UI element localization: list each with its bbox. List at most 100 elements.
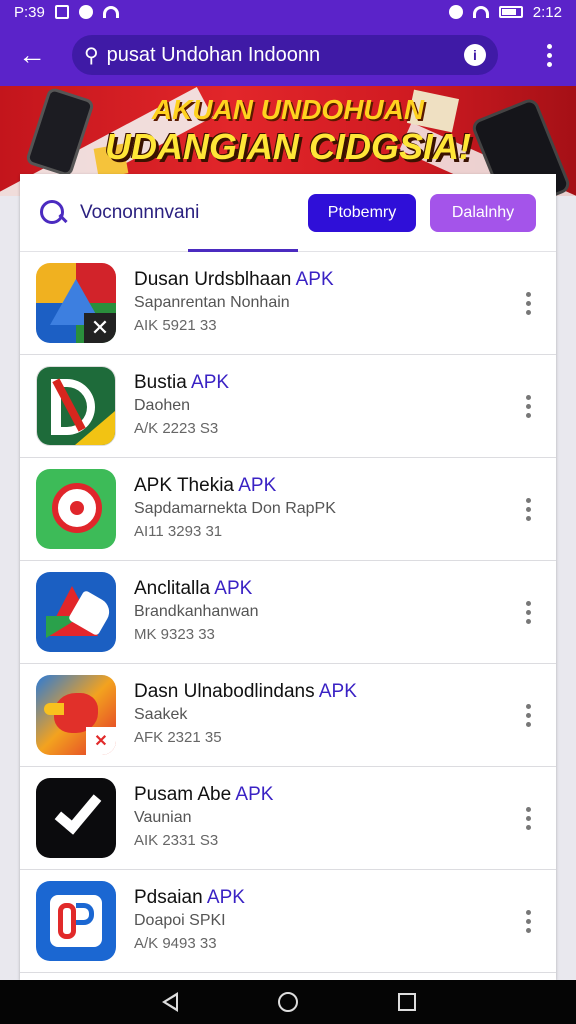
system-nav-bar [0,980,576,1024]
list-item[interactable]: ✕ Dasn Ulnabodlindans APK Saakek AFK 232… [20,664,556,767]
app-name: Bustia [134,372,187,393]
close-icon: ✕ [84,313,116,343]
search-icon: ⚲ [84,44,99,67]
battery-icon [498,6,523,18]
more-vert-icon[interactable] [516,901,540,941]
app-meta: A/K 9493 33 [134,935,217,952]
filter-chip-secondary[interactable]: Dalalnhy [430,193,536,232]
app-name: Dasn Ulnabodlindans [134,681,315,702]
app-subtitle: Daohen [134,397,191,414]
more-vert-icon[interactable] [516,489,540,529]
nav-recents-icon[interactable] [398,993,416,1011]
overflow-dot [546,43,552,49]
status-left: P:39 [14,4,119,21]
back-button[interactable]: ← [12,35,52,75]
app-subtitle: Sapanrentan Nonhain [134,294,290,311]
app-name: Anclitalla [134,578,211,599]
status-bar: P:39 2:12 [0,0,576,24]
more-vert-icon[interactable] [516,695,540,735]
app-icon: ✕ [36,675,116,755]
app-subtitle: Doapoi SPKI [134,912,226,929]
app-icon [36,778,116,858]
search-query: pusat Undohan Indoonn [106,43,321,66]
card-search-label[interactable]: Vocnonnnvani [80,202,308,224]
overflow-menu-button[interactable] [534,35,564,75]
app-icon [36,881,116,961]
sync-icon [78,5,93,19]
more-vert-icon[interactable] [516,592,540,632]
app-meta: AI11 3293 31 [134,523,223,540]
list-item[interactable]: Bustia APK Daohen A/K 2223 S3 [20,355,556,458]
apk-tag: APK [206,887,245,908]
notification-icon [54,5,69,19]
app-subtitle: Vaunian [134,809,192,826]
app-info: APK Thekia APK Sapdamarnekta Don RapPK A… [134,474,516,544]
app-name: Dusan Urdsblhaan [134,269,292,290]
app-info: Anclitalla APK Brandkanhanwan MK 9323 33 [134,577,516,647]
status-time-left: P:39 [14,3,45,21]
status-right: 2:12 [448,3,562,21]
app-info: Dusan Urdsblhaan APK Sapanrentan Nonhain… [134,268,516,338]
app-icon: ✕ [36,263,116,343]
close-icon: ✕ [86,727,116,755]
apk-tag: APK [214,578,253,599]
list-item[interactable]: Pusam Abe APK Vaunian AIK 2331 S3 [20,767,556,870]
apk-tag: APK [191,372,230,393]
app-info: Pdsaian APK Doapoi SPKI A/K 9493 33 [134,886,516,956]
app-subtitle: Sapdamarnekta Don RapPK [134,500,336,517]
back-arrow-icon: ← [18,39,46,70]
status-time-right: 2:12 [532,3,562,21]
app-title: Bustia APK [134,371,516,395]
nav-home-icon[interactable] [278,992,298,1012]
app-info: Dasn Ulnabodlindans APK Saakek AFK 2321 … [134,680,516,750]
app-title: Pusam Abe APK [134,783,516,807]
banner-headline: AKUAN UNDOHUAN [151,94,425,125]
apk-tag: APK [238,475,277,496]
card-header: Vocnonnnvani Ptobemry Dalalnhy [20,174,556,252]
app-meta: AIK 5921 33 [134,317,217,334]
app-name: Pdsaian [134,887,203,908]
app-title: Anclitalla APK [134,577,516,601]
app-bar: ← ⚲ pusat Undohan Indoonn i [0,24,576,86]
filter-chip-primary[interactable]: Ptobemry [308,193,416,232]
app-title: APK Thekia APK [134,474,516,498]
results-card: Vocnonnnvani Ptobemry Dalalnhy ✕ Dusan U… [20,174,556,980]
apk-tag: APK [295,269,334,290]
list-item[interactable]: Anclitalla APK Brandkanhanwan MK 9323 33 [20,561,556,664]
checkmark-icon [54,785,102,835]
app-meta: AIK 2331 S3 [134,832,219,849]
overflow-dot [546,61,552,67]
app-meta: MK 9323 33 [134,626,215,643]
overflow-dot [546,52,552,58]
app-icon [36,572,116,652]
app-meta: AFK 2321 35 [134,729,222,746]
nav-back-icon[interactable] [160,992,178,1012]
signal-icon [472,6,489,18]
app-info: Bustia APK Daohen A/K 2223 S3 [134,371,516,441]
app-meta: A/K 2223 S3 [134,420,219,437]
banner-subheadline: UDANGIAN CIDGSIA! [105,126,471,167]
app-name: APK Thekia [134,475,234,496]
list-item[interactable]: ✕ Dusan Urdsblhaan APK Sapanrentan Nonha… [20,252,556,355]
apk-tag: APK [235,784,274,805]
more-vert-icon[interactable] [516,386,540,426]
bluetooth-icon [448,5,463,19]
wifi-icon [102,6,119,18]
app-icon [36,469,116,549]
search-input[interactable]: ⚲ pusat Undohan Indoonn i [72,35,498,75]
app-title: Dasn Ulnabodlindans APK [134,680,516,704]
app-subtitle: Saakek [134,706,188,723]
info-icon[interactable]: i [464,44,486,66]
more-vert-icon[interactable] [516,283,540,323]
more-vert-icon[interactable] [516,798,540,838]
search-icon [40,199,66,226]
list-item[interactable]: Pdsaian APK Doapoi SPKI A/K 9493 33 [20,870,556,973]
app-icon [36,366,116,446]
app-title: Pdsaian APK [134,886,516,910]
app-subtitle: Brandkanhanwan [134,603,259,620]
list-item[interactable]: APK Thekia APK Sapdamarnekta Don RapPK A… [20,458,556,561]
app-info: Pusam Abe APK Vaunian AIK 2331 S3 [134,783,516,853]
app-title: Dusan Urdsblhaan APK [134,268,516,292]
apk-tag: APK [318,681,357,702]
app-name: Pusam Abe [134,784,232,805]
